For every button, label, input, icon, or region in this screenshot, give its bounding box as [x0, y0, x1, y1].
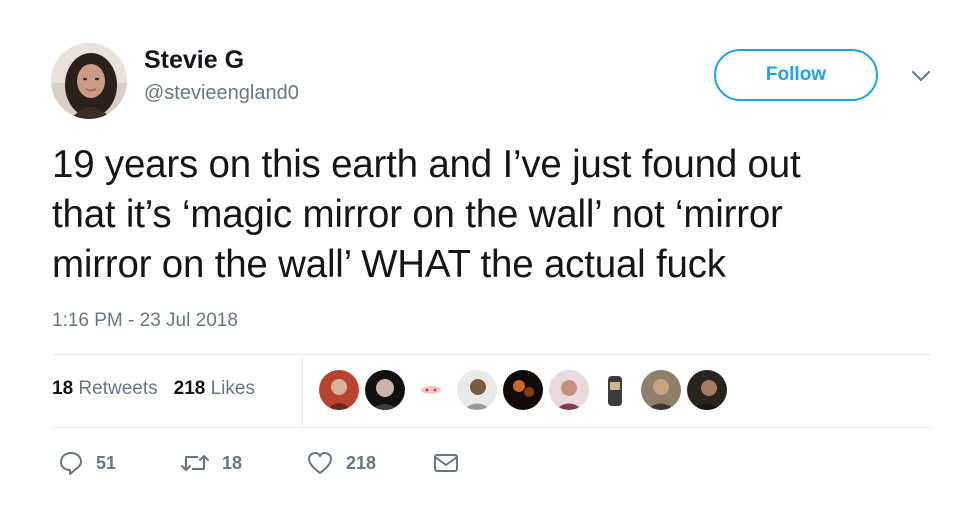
tweet-text: 19 years on this earth and I’ve just fou… — [52, 140, 932, 290]
retweet-count: 18 — [222, 452, 243, 473]
retweet-icon — [181, 455, 209, 471]
liker-avatar[interactable] — [549, 370, 589, 410]
liker-avatar[interactable] — [365, 370, 405, 410]
follow-button[interactable]: Follow — [714, 49, 878, 101]
liker-avatar[interactable] — [641, 370, 681, 410]
liker-avatar[interactable] — [687, 370, 727, 410]
liker-avatar[interactable] — [411, 370, 451, 410]
retweet-button[interactable]: 18 — [180, 449, 242, 477]
display-name[interactable]: Stevie G — [144, 46, 244, 75]
liker-avatar[interactable] — [595, 370, 635, 410]
reply-button[interactable]: 51 — [58, 449, 116, 477]
divider — [302, 354, 303, 427]
engagement-stats: 18 Retweets 218 Likes — [52, 378, 255, 400]
retweets-count: 18 — [52, 378, 74, 399]
tweet-timestamp[interactable]: 1:16 PM - 23 Jul 2018 — [52, 310, 238, 332]
liker-avatar[interactable] — [319, 370, 359, 410]
divider — [52, 427, 932, 428]
liker-avatar[interactable] — [503, 370, 543, 410]
heart-icon — [308, 452, 332, 474]
reply-icon — [60, 452, 82, 475]
divider — [52, 354, 932, 355]
direct-message-button[interactable] — [432, 449, 460, 477]
likes-label: Likes — [210, 378, 255, 399]
envelope-icon — [434, 454, 458, 472]
avatar-image — [51, 43, 127, 119]
avatar[interactable] — [51, 43, 127, 119]
likes-count: 218 — [173, 378, 206, 399]
tweet-text-line: 19 years on this earth and I’ve just fou… — [52, 143, 801, 186]
likes-stat[interactable]: 218 Likes — [174, 378, 255, 399]
like-count: 218 — [346, 452, 377, 473]
like-button[interactable]: 218 — [306, 449, 376, 477]
tweet-text-line: that it’s ‘magic mirror on the wall’ not… — [52, 193, 783, 236]
reply-count: 51 — [96, 452, 117, 473]
retweets-stat[interactable]: 18 Retweets — [52, 378, 158, 399]
retweets-label: Retweets — [78, 378, 158, 399]
chevron-down-icon[interactable] — [907, 66, 935, 86]
liker-avatar[interactable] — [457, 370, 497, 410]
tweet-text-line: mirror on the wall’ WHAT the actual fuck — [52, 243, 726, 286]
user-handle[interactable]: @stevieengland0 — [144, 82, 299, 105]
